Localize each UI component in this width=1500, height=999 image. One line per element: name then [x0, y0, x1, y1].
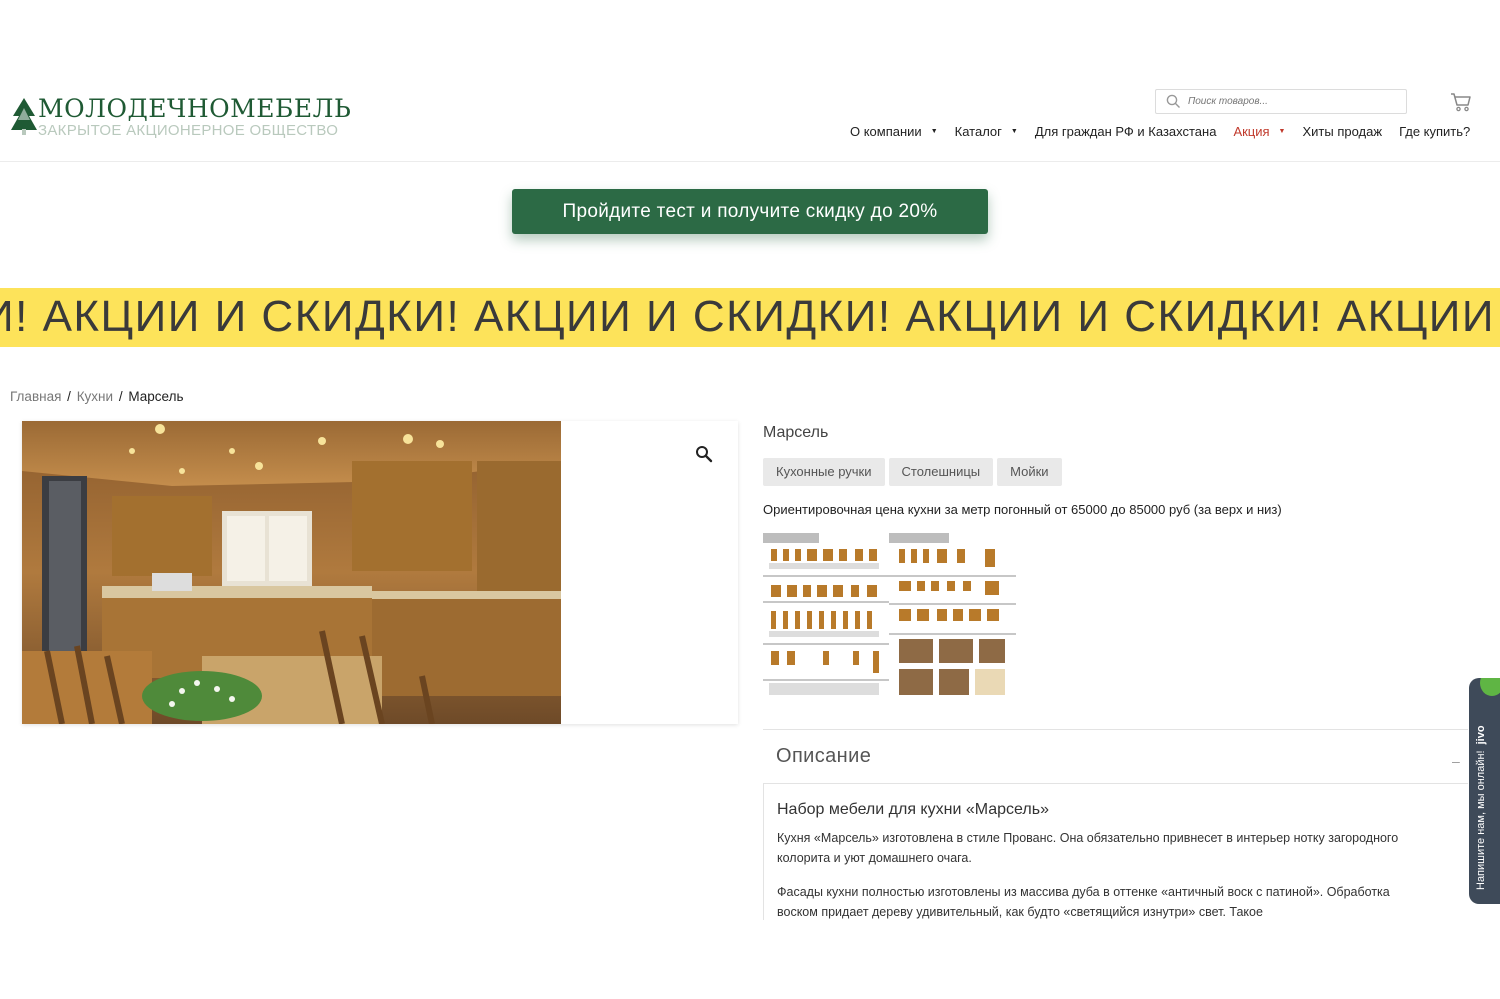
nav-label: Каталог — [954, 124, 1002, 139]
description-heading: Набор мебели для кухни «Марсель» — [777, 801, 1049, 818]
cart-icon[interactable] — [1450, 92, 1472, 112]
jivo-leaf-icon — [1480, 678, 1500, 696]
tag-sinks[interactable]: Мойки — [997, 458, 1062, 486]
caret-down-icon: ▼ — [1278, 128, 1286, 135]
tag-kitchen-handles[interactable]: Кухонные ручки — [763, 458, 885, 486]
main-nav: О компании ▼ Каталог ▼ Для граждан РФ и … — [850, 124, 1470, 139]
breadcrumb-category[interactable]: Кухни — [77, 389, 113, 404]
site-logo[interactable]: МОЛОДЕЧНОМЕБЕЛЬ ЗАКРЫТОЕ АКЦИОНЕРНОЕ ОБЩ… — [10, 94, 351, 140]
nav-item-citizens[interactable]: Для граждан РФ и Казахстана — [1035, 124, 1217, 139]
product-title: Марсель — [763, 424, 829, 441]
nav-label: О компании — [850, 124, 922, 139]
nav-label: Для граждан РФ и Казахстана — [1034, 124, 1217, 139]
site-header: МОЛОДЕЧНОМЕБЕЛЬ ЗАКРЫТОЕ АКЦИОНЕРНОЕ ОБЩ… — [0, 80, 1500, 162]
description-content: Набор мебели для кухни «Марсель» Кухня «… — [763, 784, 1468, 920]
kitchen-photo[interactable] — [22, 421, 561, 724]
fir-tree-logo-icon — [11, 98, 37, 135]
logo-subtitle: ЗАКРЫТОЕ АКЦИОНЕРНОЕ ОБЩЕСТВО — [38, 122, 339, 139]
product-tags: Кухонные ручки Столешницы Мойки — [763, 458, 1062, 486]
breadcrumb-separator: / — [67, 389, 71, 404]
search-input[interactable] — [1188, 92, 1398, 111]
breadcrumb-current: Марсель — [128, 389, 184, 404]
chat-label: Напишите нам, мы онлайн! jivo — [1475, 725, 1487, 890]
page-bottom — [0, 920, 1500, 999]
ticker-text: И! АКЦИИ И СКИДКИ! АКЦИИ И СКИДКИ! АКЦИИ… — [0, 292, 1496, 341]
chat-prompt: Напишите нам, мы онлайн! — [1475, 750, 1487, 890]
product-search[interactable] — [1155, 89, 1407, 114]
catalog-sheet-thumbnail[interactable] — [763, 533, 890, 701]
description-paragraph: Фасады кухни полностью изготовлены из ма… — [777, 885, 1390, 919]
price-note: Ориентировочная цена кухни за метр погон… — [763, 502, 1282, 517]
catalog-sheet-thumbnail[interactable] — [889, 533, 1016, 701]
tag-countertops[interactable]: Столешницы — [888, 458, 994, 486]
nav-item-catalog[interactable]: Каталог ▼ — [955, 124, 1018, 139]
breadcrumb: Главная / Кухни / Марсель — [10, 389, 184, 404]
logo-name: МОЛОДЕЧНОМЕБЕЛЬ — [38, 94, 352, 123]
sale-ticker: И! АКЦИИ И СКИДКИ! АКЦИИ И СКИДКИ! АКЦИИ… — [0, 288, 1500, 347]
nav-item-about[interactable]: О компании ▼ — [850, 124, 938, 139]
breadcrumb-separator: / — [118, 389, 123, 404]
discount-quiz-button[interactable]: Пройдите тест и получите скидку до 20% — [512, 189, 988, 234]
nav-item-bestsellers[interactable]: Хиты продаж — [1302, 124, 1382, 139]
nav-label: Хиты продаж — [1302, 124, 1383, 139]
description-divider — [763, 729, 1468, 730]
nav-item-sale[interactable]: Акция ▼ — [1233, 124, 1285, 139]
caret-down-icon: ▼ — [1010, 128, 1018, 135]
jivo-logo: jivo — [1475, 725, 1487, 745]
search-icon — [1166, 94, 1180, 108]
product-gallery — [22, 421, 738, 724]
nav-label: Где купить? — [1399, 124, 1471, 139]
nav-label: Акция — [1233, 124, 1270, 139]
jivo-chat-tab[interactable]: Напишите нам, мы онлайн! jivo — [1469, 678, 1500, 904]
description-paragraph: Кухня «Марсель» изготовлена в стиле Пров… — [777, 831, 1399, 865]
nav-item-where-to-buy[interactable]: Где купить? — [1399, 124, 1470, 139]
collapse-icon[interactable]: – — [1452, 753, 1460, 769]
zoom-icon[interactable] — [695, 445, 713, 463]
caret-down-icon: ▼ — [930, 128, 938, 135]
description-tab[interactable]: Описание — [776, 745, 871, 768]
breadcrumb-home[interactable]: Главная — [10, 389, 61, 404]
